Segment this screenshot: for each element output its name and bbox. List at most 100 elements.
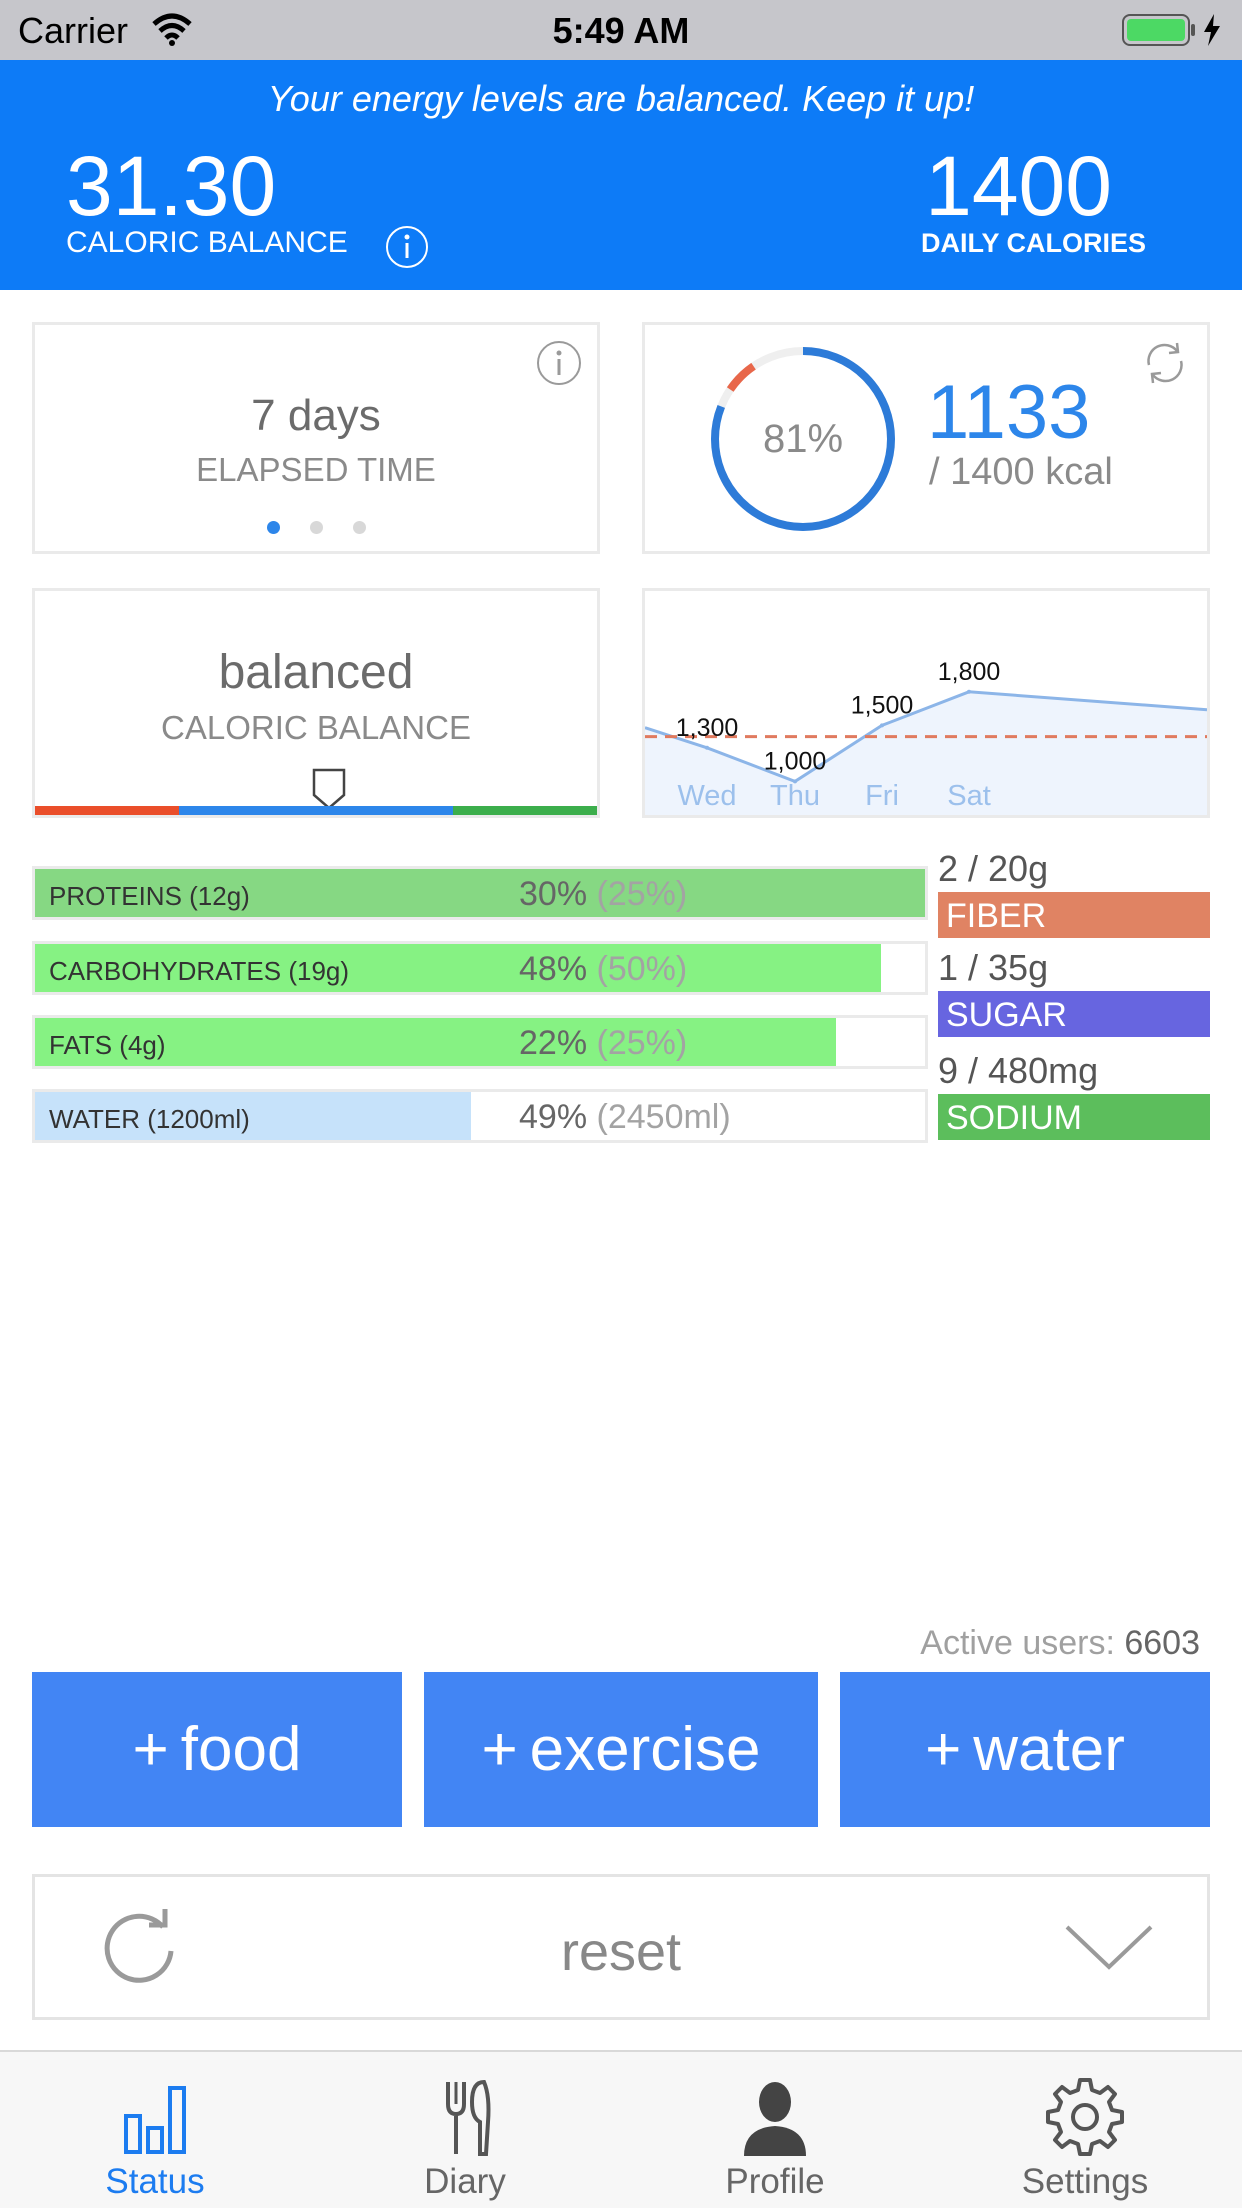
nutrient-row-fats: FATS (4g) 22% (25%) [32,1015,928,1069]
page-dot[interactable] [309,521,323,534]
clock: 5:49 AM [552,10,690,51]
page-dot[interactable] [352,521,366,534]
sync-icon[interactable] [1137,335,1193,391]
active-users-label: Active users: [920,1624,1115,1662]
balance-label: CALORIC BALANCE [161,709,471,746]
mineral-badge: SODIUM [938,1094,1210,1140]
nutrient-actual: 48% [519,950,588,988]
tab-label: Status [105,2162,205,2201]
nutrient-target: (50%) [596,950,688,988]
mineral-sodium: 9 / 480mg SODIUM [938,1048,1210,1140]
page-dot[interactable] [266,521,280,534]
tab-status[interactable]: Status [0,2052,310,2208]
mineral-badge: FIBER [938,892,1210,938]
calorie-percent: 81% [762,417,844,461]
status-message: Your energy levels are balanced. Keep it… [267,78,975,119]
mineral-amount: 1 / 35g [938,947,1049,988]
plus-icon: + [132,1715,169,1784]
x-tick-label: Sat [947,780,991,812]
weekly-calories-chart: 1,300 Wed 1,000 Thu 1,500 Fri 1,800 Sat [642,588,1210,818]
nutrient-percent: 48% (50%) [519,950,687,989]
add-water-button[interactable]: + water [840,1672,1210,1827]
add-exercise-label: exercise [529,1715,761,1784]
nutrient-target: (2450ml) [596,1098,731,1136]
add-water-label: water [973,1715,1125,1784]
scale-balanced [179,806,453,815]
chart-point [880,723,884,728]
nutrient-actual: 22% [519,1024,588,1062]
nutrient-actual: 49% [519,1098,588,1136]
chart-point [967,689,971,694]
tab-diary[interactable]: Diary [310,2052,620,2208]
balance-marker-icon [312,768,346,810]
chevron-down-icon[interactable] [1061,1917,1157,1977]
nutrient-label: FATS (4g) [49,1030,166,1060]
data-label: 1,800 [938,658,1001,686]
charging-icon [1204,14,1220,46]
mineral-amount: 9 / 480mg [938,1050,1099,1091]
elapsed-time-value: 7 days [251,391,381,440]
chart-point [705,745,709,750]
nutrient-row-proteins: PROTEINS (12g) 30% (25%) [32,866,928,920]
reset-label: reset [560,1922,682,1982]
battery-icon [1122,14,1195,46]
reset-button[interactable]: reset [32,1874,1210,2020]
nutrient-row-carbohydrates: CARBOHYDRATES (19g) 48% (50%) [32,941,928,995]
tab-profile[interactable]: Profile [620,2052,930,2208]
tab-label: Diary [424,2162,506,2201]
nutrient-percent: 22% (25%) [519,1024,687,1063]
summary-header: Your energy levels are balanced. Keep it… [0,60,1242,290]
nutrient-label: WATER (1200ml) [49,1104,250,1134]
mineral-badge: SUGAR [938,991,1210,1037]
add-food-label: food [180,1715,302,1784]
daily-calories-value: 1400 [925,139,1112,233]
plus-icon: + [481,1715,518,1784]
info-icon[interactable] [384,224,430,270]
x-tick-label: Wed [677,780,736,812]
balance-scale [35,806,597,815]
nutrient-label: CARBOHYDRATES (19g) [49,956,350,986]
nutrient-percent: 30% (25%) [519,875,687,914]
bar-chart-icon [124,2086,186,2154]
active-users: Active users: 6603 [920,1624,1200,1663]
daily-calories-label: DAILY CALORIES [920,228,1146,258]
balance-card: balanced CALORIC BALANCE [32,588,600,818]
line-chart: 1,300 Wed 1,000 Thu 1,500 Fri 1,800 Sat [645,658,1207,815]
gear-icon [1046,2078,1124,2156]
nutrient-row-water: WATER (1200ml) 49% (2450ml) [32,1089,928,1143]
plus-icon: + [925,1715,962,1784]
nutrient-target: (25%) [596,1024,688,1062]
calories-consumed: 1133 [927,370,1091,455]
active-users-count: 6603 [1124,1624,1200,1662]
x-tick-label: Thu [770,780,820,812]
mineral-amount: 2 / 20g [938,848,1049,889]
fork-knife-icon [446,2079,491,2156]
calories-total: / 1400 kcal [929,451,1113,493]
mineral-fiber: 2 / 20g FIBER [938,846,1210,938]
data-label: 1,000 [764,747,827,775]
tab-label: Profile [725,2162,825,2201]
scale-surplus [453,806,597,815]
caloric-balance-label: CALORIC BALANCE [66,226,348,259]
tab-label: Settings [1021,2162,1149,2201]
nutrient-target: (25%) [596,875,688,913]
status-bar: Carrier 5:49 AM [0,0,1242,60]
tab-bar: Status Diary Profile Settings [0,2050,1242,2208]
data-label: 1,500 [851,691,914,719]
balance-status: balanced [218,646,414,699]
x-tick-label: Fri [865,780,899,812]
add-exercise-button[interactable]: + exercise [424,1672,818,1827]
caloric-balance-value: 31.30 [66,139,277,233]
add-food-button[interactable]: + food [32,1672,402,1827]
page-indicator[interactable] [35,521,597,539]
data-label: 1,300 [676,714,739,742]
elapsed-time-label: ELAPSED TIME [196,451,436,488]
person-icon [744,2082,806,2156]
calories-card: 81% 1133 / 1400 kcal [642,322,1210,554]
elapsed-time-card[interactable]: 7 days ELAPSED TIME [32,322,600,554]
nutrient-percent: 49% (2450ml) [519,1098,731,1137]
mineral-sugar: 1 / 35g SUGAR [938,945,1210,1037]
tab-settings[interactable]: Settings [930,2052,1240,2208]
scale-deficit [35,806,179,815]
info-icon[interactable] [535,339,583,387]
